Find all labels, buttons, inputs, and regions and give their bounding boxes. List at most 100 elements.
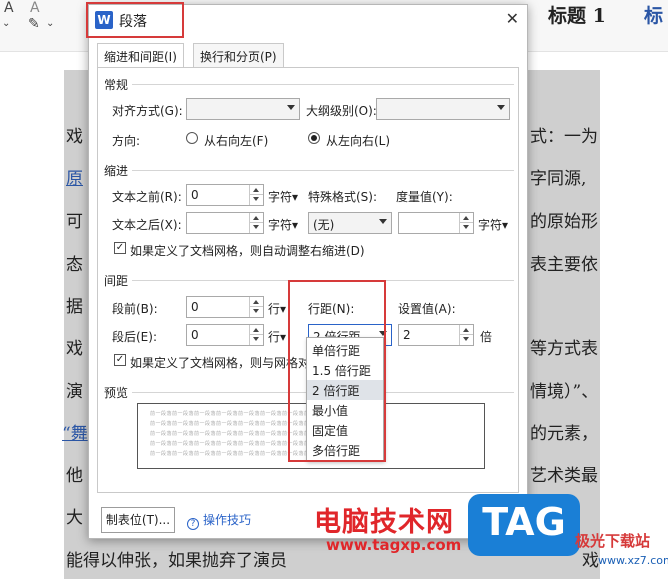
spacing-section-heading: 间距 [104,274,129,288]
setting-value: 2 [403,328,411,342]
tab-indent-spacing[interactable]: 缩进和间距(I) [97,43,184,68]
doc-line[interactable]: 原 [66,164,83,189]
close-icon[interactable]: ✕ [506,9,519,28]
space-before-value: 0 [191,300,199,314]
highlight-frame-line-spacing [288,280,386,462]
watermark-tag-logo: TAG [468,494,580,556]
spinner-down-icon[interactable] [249,335,263,345]
divider [132,170,514,171]
measure-label: 度量值(Y): [396,190,453,204]
help-icon: ? [187,518,199,530]
space-after-label: 段后(E): [112,330,157,344]
chevron-down-icon [497,105,505,110]
space-before-spinner[interactable]: 0 [186,296,264,318]
spinner-up-icon[interactable] [249,297,263,307]
indent-after-unit[interactable]: 字符▾ [268,216,298,233]
doc-line-right: 的元素， [530,424,598,444]
doc-line: 戏 [66,127,83,147]
indent-grid-label[interactable]: 如果定义了文档网格，则自动调整右缩进(D) [130,242,365,259]
highlight-frame-title [86,2,184,38]
spinner-up-icon[interactable] [459,325,473,335]
spinner-up-icon[interactable] [249,185,263,195]
watermark-site-url: www.xz7.com [598,554,668,567]
chevron-down-icon[interactable]: ⌄ [46,18,54,29]
outline-level-select[interactable] [376,98,510,120]
indent-before-spinner[interactable]: 0 [186,184,264,206]
space-before-unit[interactable]: 行▾ [268,300,286,317]
tab-stops-button[interactable]: 制表位(T)... [101,507,175,533]
spinner-down-icon[interactable] [459,335,473,345]
doc-line-right: 表主要依 [530,255,598,275]
spinner-down-icon[interactable] [249,223,263,233]
watermark-url: www.tagxp.com [326,536,462,554]
measure-unit[interactable]: 字符▾ [478,216,508,233]
tab-line-page-breaks[interactable]: 换行和分页(P) [193,43,284,67]
alignment-label: 对齐方式(G): [112,104,183,118]
indent-grid-checkbox[interactable]: ✓ [114,242,126,254]
spacing-grid-label[interactable]: 如果定义了文档网格，则与网格对 [130,354,310,371]
spinner-down-icon[interactable] [249,195,263,205]
spinner-up-icon[interactable] [249,213,263,223]
setting-value-label: 设置值(A): [398,302,456,316]
doc-line-right: 艺术类最 [530,466,598,486]
heading-style-partial[interactable]: 标 [644,1,663,28]
spacing-grid-checkbox[interactable]: ✓ [114,354,126,366]
direction-rtl-radio[interactable] [186,132,198,144]
spinner-up-icon[interactable] [249,325,263,335]
space-before-label: 段前(B): [112,302,158,316]
doc-line-right: 的原始形 [530,212,598,232]
doc-line-right: 情境）”、 [530,382,599,402]
doc-line-right: 式：一为 [530,127,598,147]
chevron-down-icon [379,219,387,224]
direction-ltr-radio[interactable] [308,132,320,144]
indent-before-value: 0 [191,188,199,202]
spinner-down-icon[interactable] [459,223,473,233]
outline-level-label: 大纲级别(O): [306,104,377,118]
alignment-select[interactable] [186,98,300,120]
direction-ltr-label[interactable]: 从左向右(L) [326,132,390,149]
watermark-site: 极光下载站 [575,532,651,550]
tips-link-label[interactable]: 操作技巧 [203,513,251,527]
chevron-down-icon[interactable]: ⌄ [2,18,10,29]
watermark-tag-text: TAG [482,500,566,544]
heading-1-style[interactable]: 标题 1 [548,1,606,28]
space-after-spinner[interactable]: 0 [186,324,264,346]
indent-before-label: 文本之前(R): [112,190,182,204]
tips-link[interactable]: ? 操作技巧 [187,511,251,530]
general-section-heading: 常规 [104,78,129,92]
doc-line[interactable]: “舞 [62,419,88,444]
divider [132,84,514,85]
doc-line: 他 [66,466,83,486]
indent-section-heading: 缩进 [104,164,129,178]
watermark-text: 电脑技术网 [314,507,454,538]
indent-after-spinner[interactable] [186,212,264,234]
doc-line: 可 [66,212,83,232]
spinner-down-icon[interactable] [249,307,263,317]
doc-line: 戏 [66,339,83,359]
direction-label: 方向: [112,134,141,148]
special-format-select[interactable]: (无) [308,212,392,234]
measure-spinner[interactable] [398,212,474,234]
indent-after-label: 文本之后(X): [112,218,182,232]
doc-line: 态 [66,255,83,275]
doc-line-right: 等方式表 [530,339,598,359]
space-after-value: 0 [191,328,199,342]
doc-line: 能得以伸张，如果抛弃了演员 [66,551,287,571]
highlight-color-icon[interactable]: ✎ [28,16,40,32]
chevron-down-icon [287,105,295,110]
doc-line: 演 [66,382,83,402]
indent-before-unit[interactable]: 字符▾ [268,188,298,205]
doc-line: 据 [66,297,83,317]
special-format-value: (无) [313,218,335,232]
direction-rtl-label[interactable]: 从右向左(F) [204,132,268,149]
doc-line: 大 [66,508,83,528]
spinner-up-icon[interactable] [459,213,473,223]
font-size-decrease-icon[interactable]: A [30,0,40,16]
preview-section-heading: 预览 [104,386,129,400]
space-after-unit[interactable]: 行▾ [268,328,286,345]
setting-value-spinner[interactable]: 2 [398,324,474,346]
setting-value-unit: 倍 [480,330,493,344]
doc-line-right: 字同源, [530,169,587,189]
font-size-increase-icon[interactable]: A [4,0,14,16]
special-format-label: 特殊格式(S): [308,190,378,204]
